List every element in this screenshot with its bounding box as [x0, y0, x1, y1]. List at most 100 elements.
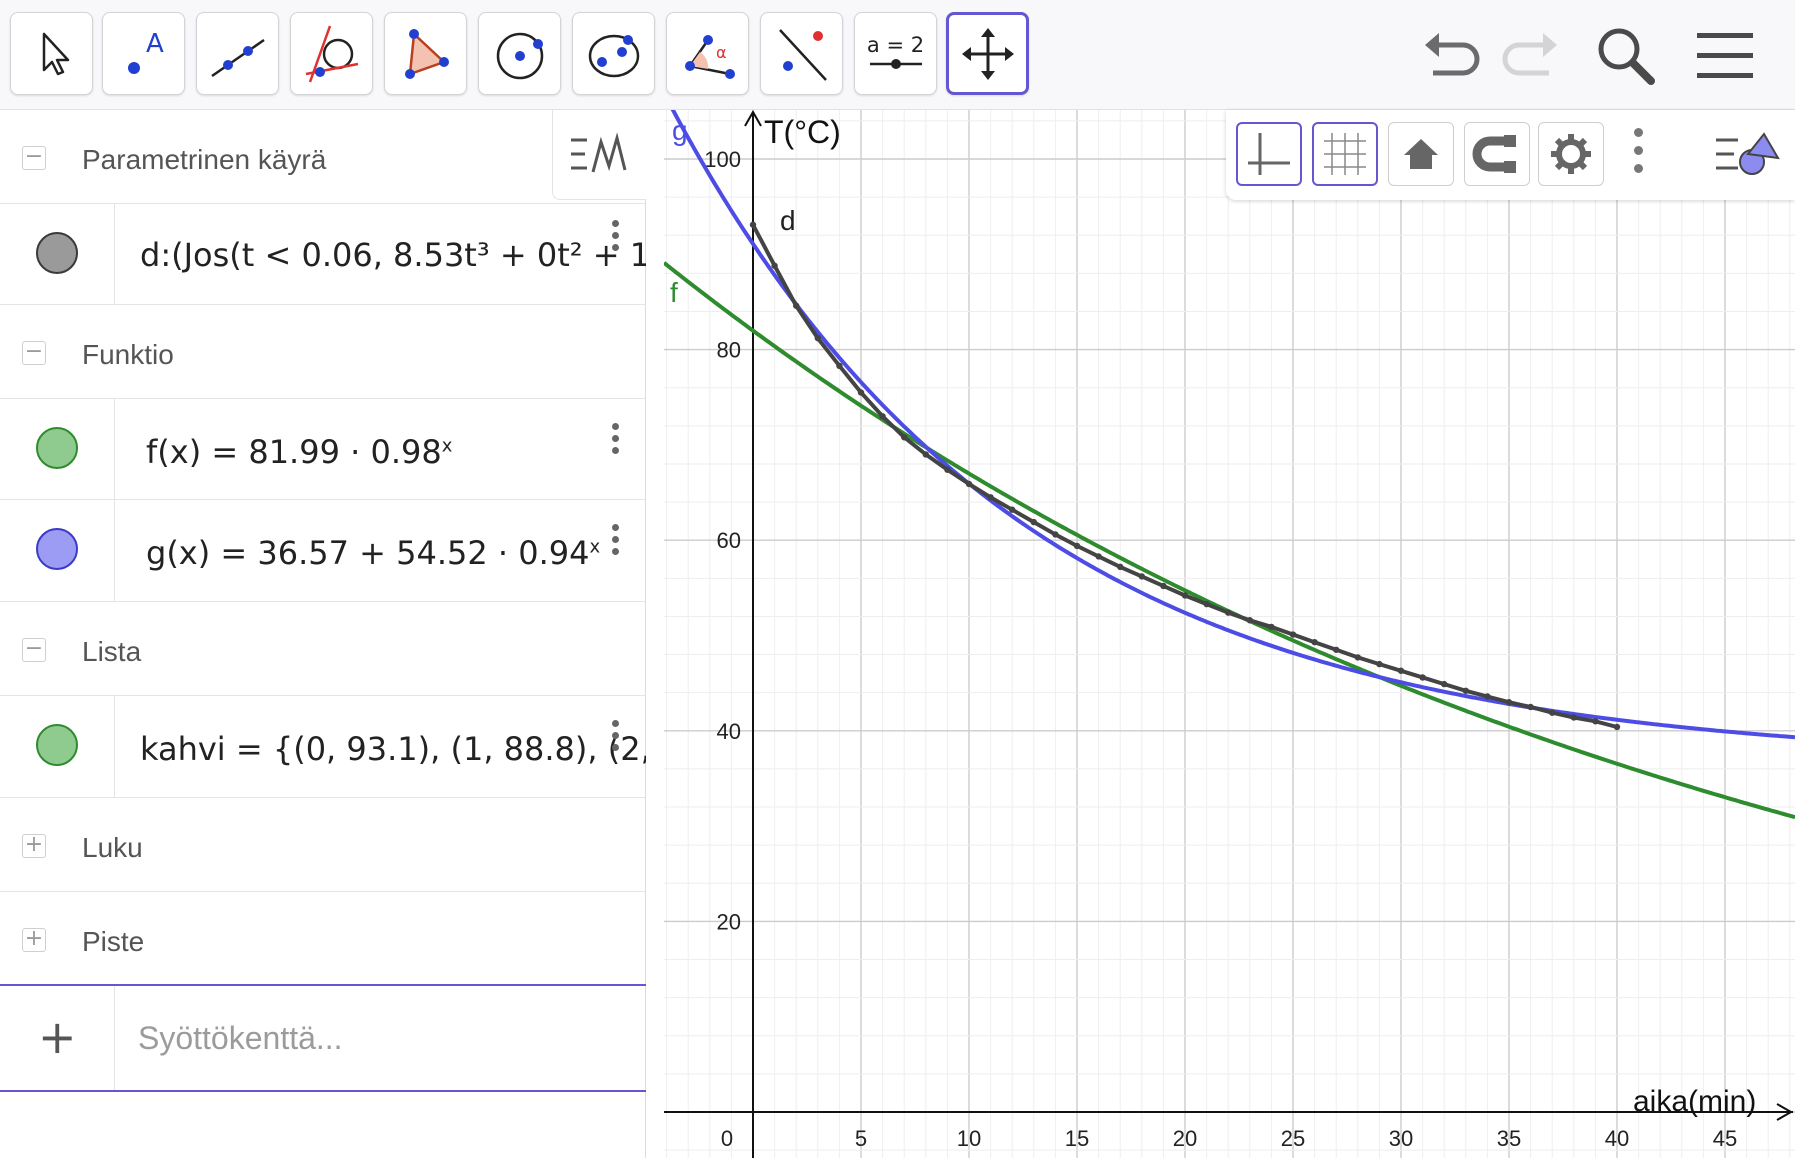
redo-button[interactable] [1496, 20, 1566, 90]
data-point [1570, 714, 1577, 721]
show-axes-button[interactable] [1236, 122, 1302, 186]
curve-label-d[interactable]: d [780, 205, 796, 236]
visibility-toggle-kahvi[interactable] [36, 724, 78, 766]
y-tick-label: 60 [717, 528, 741, 553]
data-point [879, 413, 886, 420]
x-tick-label: 45 [1713, 1126, 1737, 1151]
toggle-style-bar-button[interactable] [1712, 124, 1782, 184]
visibility-toggle-d[interactable] [36, 232, 78, 274]
input-field[interactable] [138, 1016, 628, 1060]
main-menu-button[interactable] [1690, 20, 1760, 90]
algebra-view: − Parametrinen käyrä d:(Jos(t < 0.06, 8.… [0, 110, 646, 1158]
visibility-toggle-g[interactable] [36, 528, 78, 570]
curve-label-f[interactable]: f [670, 277, 678, 308]
data-point [1354, 654, 1361, 661]
geogebra-app: A α a = 2 − Parametrinen käyrä d:(Jos(t … [0, 0, 1795, 1158]
more-options-icon[interactable] [608, 720, 622, 760]
data-point [1030, 518, 1037, 526]
polygon-tool-button[interactable] [384, 12, 467, 95]
graphics-view[interactable]: 0 5 10 15 20 25 30 35 40 45 20 40 60 80 100 aika(min) … [664, 110, 1795, 1158]
data-point [1376, 660, 1383, 668]
expand-toggle[interactable]: + [22, 928, 46, 952]
y-tick-label: 20 [717, 909, 741, 934]
x-tick-label: 20 [1173, 1126, 1197, 1151]
algebra-item-g[interactable]: g(x) = 36.57 + 54.52 · 0.94x [0, 500, 646, 602]
algebra-item-f[interactable]: f(x) = 81.99 · 0.98x [0, 399, 646, 500]
category-label: Luku [82, 832, 143, 863]
visibility-toggle-f[interactable] [36, 427, 78, 469]
svg-text:α: α [716, 43, 727, 62]
category-label: Parametrinen käyrä [82, 144, 327, 175]
data-point [1462, 687, 1469, 694]
reflect-icon [778, 28, 827, 81]
data-point [944, 466, 951, 473]
data-point [1397, 667, 1405, 674]
grid-icon [1324, 133, 1366, 175]
collapse-toggle[interactable]: − [22, 146, 46, 170]
data-point [749, 221, 757, 228]
add-icon[interactable]: + [38, 1010, 77, 1064]
circle-tool-button[interactable] [478, 12, 561, 95]
more-options-icon[interactable] [608, 524, 622, 564]
y-tick-label: 40 [717, 719, 741, 744]
data-point [1419, 674, 1426, 681]
x-tick-label: 35 [1497, 1126, 1521, 1151]
ellipse-icon [588, 34, 639, 77]
magnet-icon [1472, 135, 1516, 173]
collapse-toggle[interactable]: − [22, 638, 46, 662]
tangent-icon [305, 25, 358, 82]
graphics-settings-button[interactable] [1538, 122, 1604, 186]
reflect-tool-button[interactable] [760, 12, 843, 95]
point-tool-button[interactable]: A [102, 12, 185, 95]
expand-toggle[interactable]: + [22, 834, 46, 858]
move-tool-button[interactable] [10, 12, 93, 95]
svg-text:A: A [146, 29, 164, 59]
data-point [1527, 703, 1534, 711]
data-point [1009, 506, 1016, 513]
show-grid-button[interactable] [1312, 122, 1378, 186]
data-point [1311, 638, 1318, 646]
search-button[interactable] [1590, 20, 1660, 90]
line-tool-button[interactable] [196, 12, 279, 95]
tangent-tool-button[interactable] [290, 12, 373, 95]
more-options-icon[interactable] [608, 220, 622, 260]
curve-label-g[interactable]: g [672, 115, 688, 146]
ellipse-tool-button[interactable] [572, 12, 655, 95]
collapse-toggle[interactable]: − [22, 341, 46, 365]
formula-f[interactable]: f(x) = 81.99 · 0.98x [146, 433, 452, 471]
data-point [1181, 592, 1189, 599]
data-point [1203, 600, 1210, 608]
angle-icon: α [684, 34, 735, 79]
undo-button[interactable] [1416, 20, 1486, 90]
category-list[interactable]: − Lista [0, 602, 646, 696]
angle-tool-button[interactable]: α [666, 12, 749, 95]
graph-canvas[interactable]: 0 5 10 15 20 25 30 35 40 4520406080100 aika(min) … [664, 110, 1795, 1158]
category-function[interactable]: − Funktio [0, 305, 646, 399]
formula-kahvi[interactable]: kahvi = {(0, 93.1), (1, 88.8), (2, [140, 730, 646, 768]
move-graphics-tool-button[interactable] [946, 12, 1029, 95]
x-tick-label: 40 [1605, 1126, 1629, 1151]
algebra-item-d[interactable]: d:(Jos(t < 0.06, 8.53t³ + 0t² + 1 [0, 204, 646, 305]
category-parametric[interactable]: − Parametrinen käyrä [0, 110, 646, 204]
algebra-item-kahvi[interactable]: kahvi = {(0, 93.1), (1, 88.8), (2, [0, 696, 646, 798]
category-point[interactable]: + Piste [0, 892, 646, 986]
undo-icon [1425, 33, 1480, 76]
graphics-more-options-icon[interactable] [1632, 128, 1644, 184]
home-icon [1404, 139, 1438, 169]
formula-g[interactable]: g(x) = 36.57 + 54.52 · 0.94x [146, 534, 600, 572]
standard-view-button[interactable] [1388, 122, 1454, 186]
data-point [1441, 680, 1448, 688]
search-icon [1598, 28, 1655, 85]
redo-icon [1502, 33, 1557, 76]
point-capturing-button[interactable] [1464, 122, 1530, 186]
formula-d[interactable]: d:(Jos(t < 0.06, 8.53t³ + 0t² + 1 [140, 236, 646, 274]
more-options-icon[interactable] [608, 423, 622, 463]
input-bar: + [0, 984, 646, 1092]
slider-tool-button[interactable]: a = 2 [854, 12, 937, 95]
function-g-curve[interactable] [664, 110, 1795, 740]
data-point [793, 302, 800, 309]
algebra-description-mode-button[interactable] [552, 110, 646, 200]
data-point [901, 434, 908, 441]
slider-icon-text: a = 2 [866, 33, 925, 57]
category-number[interactable]: + Luku [0, 798, 646, 892]
